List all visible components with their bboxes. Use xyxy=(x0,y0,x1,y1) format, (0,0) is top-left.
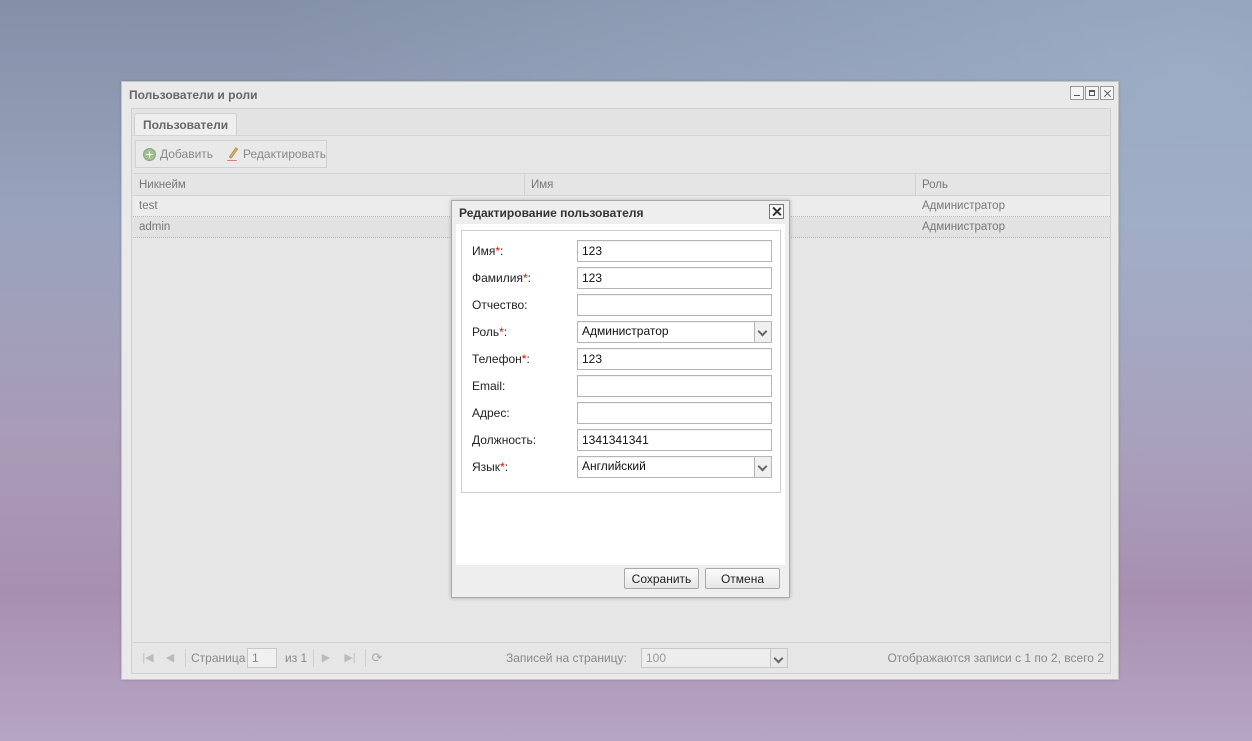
page-label: Страница xyxy=(191,651,246,665)
cell-role: Администратор xyxy=(922,200,1005,212)
grid-header: Никнейм Имя Роль xyxy=(133,173,1110,196)
chevron-down-icon[interactable] xyxy=(754,457,771,477)
address-label: Адрес: xyxy=(472,406,510,420)
page-number-input[interactable] xyxy=(247,648,277,668)
phone-field[interactable] xyxy=(577,348,772,370)
paging-toolbar: |◀ ◀ Страница из 1 ▶ ▶| ⟳ Записей на стр… xyxy=(133,642,1110,672)
edit-button[interactable]: Редактировать xyxy=(227,147,326,161)
patronymic-label: Отчество: xyxy=(472,298,528,312)
page-count: из 1 xyxy=(285,651,308,665)
refresh-icon[interactable]: ⟳ xyxy=(370,651,384,665)
edit-button-label: Редактировать xyxy=(243,147,326,161)
add-button[interactable]: Добавить xyxy=(143,147,213,161)
dialog-body: Имя*: Фамилия*: Отчество: Роль*: Админис… xyxy=(456,224,785,565)
prev-page-icon[interactable]: ◀ xyxy=(163,651,177,665)
save-button[interactable]: Сохранить xyxy=(624,568,699,589)
form-row-patronymic: Отчество: xyxy=(472,294,772,316)
maximize-icon[interactable] xyxy=(1085,86,1099,100)
last-name-field[interactable] xyxy=(577,267,772,289)
last-name-label: Фамилия*: xyxy=(472,271,531,285)
separator xyxy=(185,649,186,667)
separator xyxy=(365,649,366,667)
separator xyxy=(313,649,314,667)
form-row-position: Должность: xyxy=(472,429,772,451)
close-icon[interactable] xyxy=(769,204,784,219)
per-page-combo[interactable]: 100 xyxy=(641,648,788,668)
column-header-nickname[interactable]: Никнейм xyxy=(133,174,525,195)
form-row-first-name: Имя*: xyxy=(472,240,772,262)
role-value: Администратор xyxy=(582,324,669,338)
window-tools xyxy=(1070,86,1114,100)
address-field[interactable] xyxy=(577,402,772,424)
add-icon xyxy=(143,147,156,161)
first-page-icon[interactable]: |◀ xyxy=(141,651,155,665)
per-page-label: Записей на страницу: xyxy=(506,651,627,665)
edit-user-dialog: Редактирование пользователя Имя*: Фамили… xyxy=(451,200,790,598)
form-row-address: Адрес: xyxy=(472,402,772,424)
language-label: Язык*: xyxy=(472,460,509,474)
paging-status: Отображаются записи с 1 по 2, всего 2 xyxy=(887,651,1104,665)
grid-toolbar: Добавить Редактировать xyxy=(135,140,327,168)
first-name-field[interactable] xyxy=(577,240,772,262)
email-field[interactable] xyxy=(577,375,772,397)
position-field[interactable] xyxy=(577,429,772,451)
add-button-label: Добавить xyxy=(160,147,214,161)
phone-label: Телефон*: xyxy=(472,352,530,366)
role-label: Роль*: xyxy=(472,325,508,339)
first-name-label: Имя*: xyxy=(472,244,504,258)
form-row-phone: Телефон*: xyxy=(472,348,772,370)
last-page-icon[interactable]: ▶| xyxy=(343,651,357,665)
chevron-down-icon[interactable] xyxy=(770,649,787,667)
tab-strip: Пользователи xyxy=(132,109,1110,136)
position-label: Должность: xyxy=(472,433,537,447)
patronymic-field[interactable] xyxy=(577,294,772,316)
language-value: Английский xyxy=(582,459,646,473)
cancel-button[interactable]: Отмена xyxy=(705,568,780,589)
window-title: Пользователи и роли xyxy=(129,88,258,102)
user-form: Имя*: Фамилия*: Отчество: Роль*: Админис… xyxy=(461,230,781,493)
next-page-icon[interactable]: ▶ xyxy=(319,651,333,665)
form-row-email: Email: xyxy=(472,375,772,397)
pencil-icon xyxy=(227,147,239,161)
language-select[interactable]: Английский xyxy=(577,456,772,478)
column-header-name[interactable]: Имя xyxy=(525,174,916,195)
minimize-icon[interactable] xyxy=(1070,86,1084,100)
tab-users[interactable]: Пользователи xyxy=(134,113,238,135)
form-row-role: Роль*: Администратор xyxy=(472,321,772,343)
per-page-value: 100 xyxy=(646,651,667,665)
column-header-role[interactable]: Роль xyxy=(916,174,1110,195)
role-select[interactable]: Администратор xyxy=(577,321,772,343)
cell-role: Администратор xyxy=(922,221,1005,233)
dialog-footer: Сохранить Отмена xyxy=(452,564,789,597)
email-label: Email: xyxy=(472,379,506,393)
chevron-down-icon[interactable] xyxy=(754,322,771,342)
close-icon[interactable] xyxy=(1100,86,1114,100)
form-row-last-name: Фамилия*: xyxy=(472,267,772,289)
form-row-language: Язык*: Английский xyxy=(472,456,772,478)
dialog-title: Редактирование пользователя xyxy=(459,206,644,220)
